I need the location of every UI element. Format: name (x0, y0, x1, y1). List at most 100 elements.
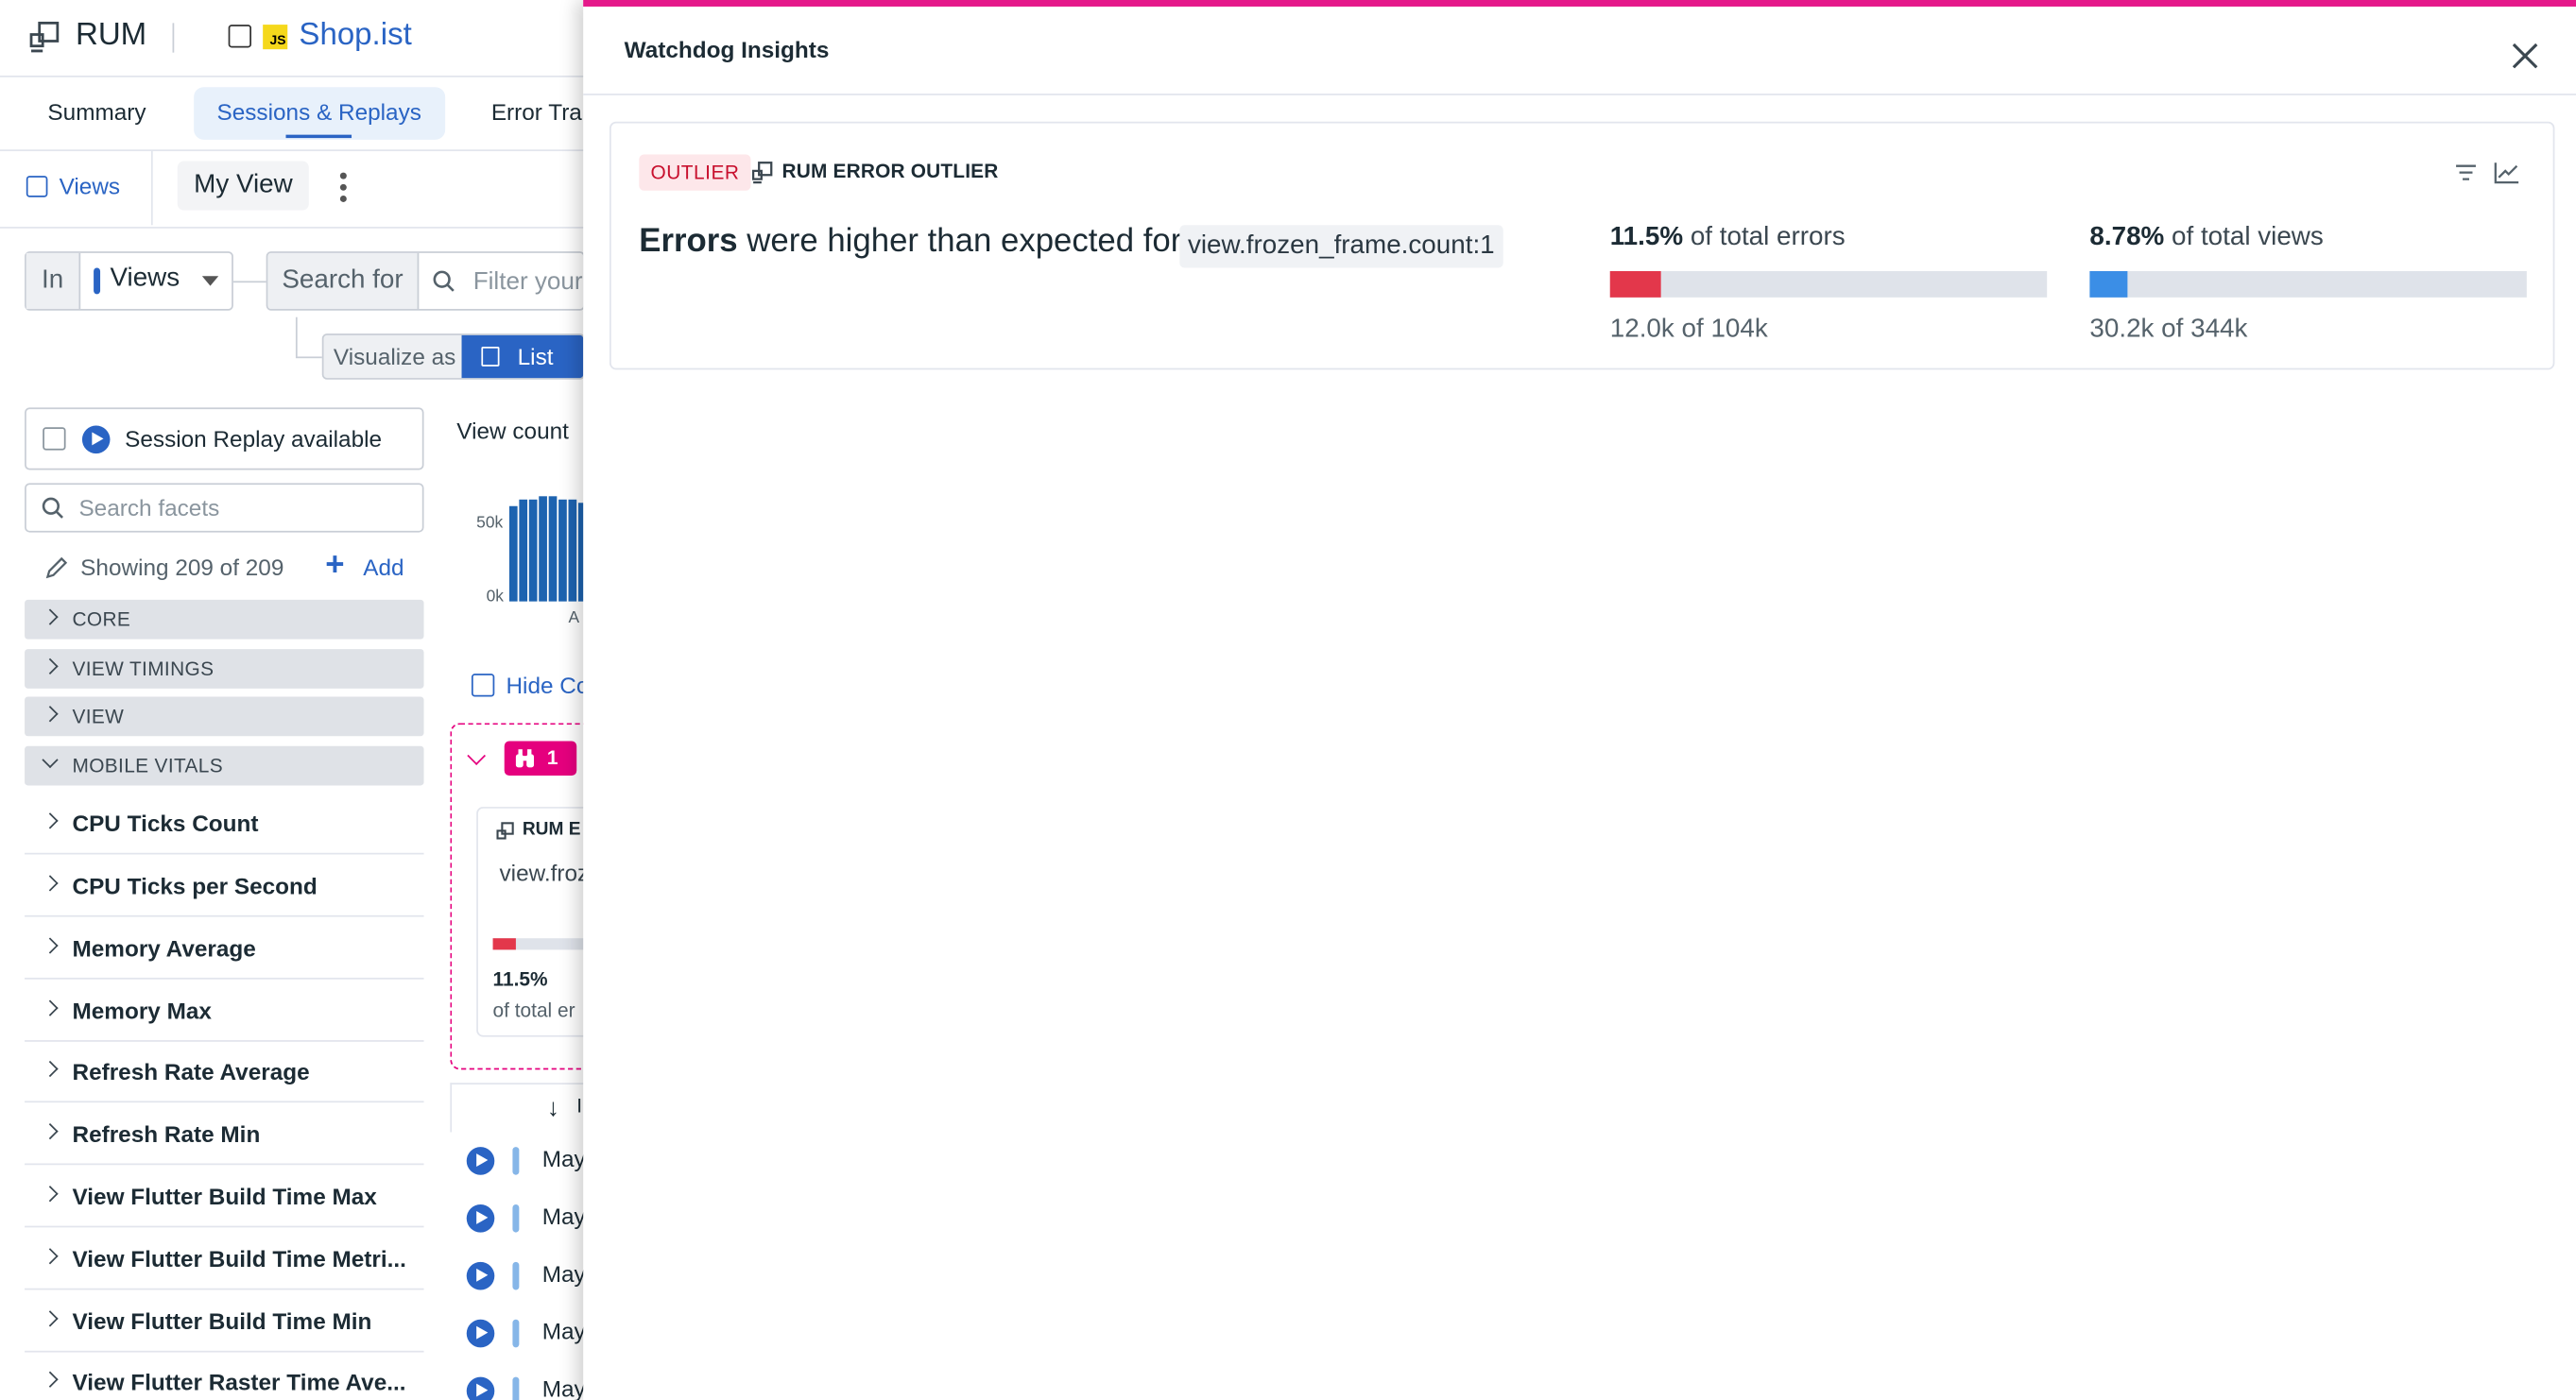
facet-group-mobile-vitals[interactable]: MOBILE VITALS (25, 745, 424, 786)
application-name[interactable]: Shop.ist (299, 18, 411, 54)
chart-bar[interactable] (558, 499, 567, 602)
errors-count: 12.0k of 104k (1609, 315, 1768, 344)
insight-mini-query: view.froz (499, 859, 590, 886)
chart-bar[interactable] (568, 499, 577, 602)
page: RUM JS Shop.ist Summary Sessions & Repla… (0, 0, 2576, 1400)
facet-item[interactable]: Refresh Rate Min (25, 1104, 424, 1166)
facet-item[interactable]: View Flutter Build Time Min (25, 1291, 424, 1353)
chevron-right-icon (42, 1248, 59, 1265)
divider (172, 23, 175, 53)
current-view-button[interactable]: My View (177, 161, 310, 211)
close-icon[interactable] (2509, 40, 2542, 73)
insight-type-label: RUM ERROR OUTLIER (781, 159, 999, 183)
in-label: In (26, 252, 81, 310)
row-date: May (541, 1318, 586, 1344)
facet-item-label: View Flutter Build Time Max (72, 1183, 377, 1210)
play-icon (81, 425, 111, 454)
binoculars-icon (515, 749, 535, 768)
facet-item[interactable]: View Flutter Build Time Max (25, 1167, 424, 1228)
chevron-right-icon (42, 1186, 59, 1203)
play-icon[interactable] (466, 1376, 495, 1400)
views-button[interactable]: Views (60, 173, 120, 199)
panel-header: Watchdog Insights (583, 7, 2576, 95)
data-source-select[interactable]: In Views (25, 251, 233, 311)
facet-group-core[interactable]: CORE (25, 599, 424, 640)
chevron-right-icon (42, 706, 59, 723)
visualize-list-button[interactable]: List (461, 334, 584, 379)
facet-item-label: View Flutter Raster Time Ave... (72, 1368, 406, 1395)
tab-sessions-replays[interactable]: Sessions & Replays (194, 87, 445, 140)
chart-bar[interactable] (519, 499, 528, 602)
session-replay-checkbox[interactable] (43, 427, 66, 451)
sort-down-icon[interactable]: ↓ (547, 1094, 559, 1122)
facet-group-label: CORE (72, 607, 131, 631)
visualize-as-control[interactable]: Visualize as List (321, 333, 585, 380)
chart-bar[interactable] (528, 499, 538, 602)
session-replay-filter[interactable]: Session Replay available (25, 407, 424, 470)
line-chart-icon[interactable] (2494, 161, 2520, 184)
tab-summary[interactable]: Summary (25, 87, 169, 140)
query-chip[interactable]: view.frozen_frame.count:1 (1179, 225, 1503, 268)
status-bar (512, 1261, 520, 1290)
play-icon[interactable] (466, 1261, 495, 1290)
views-stat-heading: 8.78% of total views (2089, 224, 2323, 253)
facet-item[interactable]: CPU Ticks Count (25, 794, 424, 855)
view-count-chart (508, 493, 592, 602)
facet-group-view-timings[interactable]: VIEW TIMINGS (25, 649, 424, 689)
facet-group-view[interactable]: VIEW (25, 696, 424, 737)
facet-item[interactable]: View Flutter Raster Time Ave... (25, 1353, 423, 1400)
chart-bar[interactable] (548, 496, 558, 602)
headline-text: were higher than expected for (737, 223, 1182, 260)
chevron-right-icon (42, 1060, 59, 1078)
source-color-bar (94, 267, 101, 295)
facet-item[interactable]: Memory Average (25, 918, 424, 980)
query-search-box[interactable]: Search for (266, 251, 585, 311)
chevron-right-icon (42, 875, 59, 892)
facet-item-label: CPU Ticks Count (72, 810, 259, 837)
js-badge: JS (263, 25, 288, 50)
facet-item[interactable]: Memory Max (25, 981, 424, 1042)
facet-search-input[interactable] (78, 485, 408, 531)
insight-mini-title: RUM E (522, 819, 581, 840)
facet-item-label: View Flutter Build Time Metri... (72, 1245, 406, 1272)
chart-bar[interactable] (508, 505, 518, 602)
filter-icon[interactable] (2454, 161, 2477, 183)
play-icon[interactable] (466, 1147, 495, 1175)
play-icon[interactable] (466, 1204, 495, 1233)
facet-item[interactable]: CPU Ticks per Second (25, 856, 424, 917)
more-options-icon[interactable] (334, 172, 353, 206)
chevron-right-icon (42, 1371, 59, 1388)
rum-icon (29, 21, 60, 53)
chart-bar[interactable] (539, 496, 547, 602)
views-panel-icon[interactable] (26, 176, 48, 197)
facet-search-box[interactable] (25, 483, 424, 533)
facet-item-label: CPU Ticks per Second (72, 872, 318, 899)
facet-item[interactable]: Refresh Rate Average (25, 1042, 424, 1103)
errors-progress-fill (1609, 271, 1661, 298)
status-bar (512, 1204, 520, 1233)
facet-group-label: VIEW TIMINGS (72, 657, 215, 681)
facet-item-label: Refresh Rate Min (72, 1120, 261, 1148)
facet-item-label: Memory Average (72, 934, 256, 962)
facet-item[interactable]: View Flutter Build Time Metri... (25, 1229, 424, 1290)
rum-icon (751, 162, 773, 184)
hide-controls-icon[interactable] (471, 674, 495, 697)
insight-card[interactable]: OUTLIER RUM ERROR OUTLIER Errors were hi… (609, 121, 2555, 370)
watchdog-badge[interactable]: 1 (504, 741, 577, 777)
data-source-value: Views (110, 265, 180, 293)
hide-controls-button[interactable]: Hide Co (506, 672, 589, 698)
views-of-label: of total views (2164, 223, 2324, 252)
chevron-down-icon (42, 751, 59, 769)
search-for-label: Search for (267, 252, 420, 310)
chevron-right-icon (42, 1310, 59, 1327)
facet-item-label: Refresh Rate Average (72, 1058, 310, 1085)
chevron-right-icon (42, 812, 59, 829)
play-icon[interactable] (466, 1319, 495, 1348)
row-date: May (541, 1145, 586, 1172)
product-name[interactable]: RUM (76, 18, 146, 54)
chevron-right-icon (42, 608, 59, 625)
query-input[interactable] (472, 252, 584, 310)
insight-mini-sub: of total er (492, 999, 575, 1022)
column-header[interactable]: I (576, 1094, 582, 1117)
pencil-icon[interactable] (44, 555, 69, 580)
